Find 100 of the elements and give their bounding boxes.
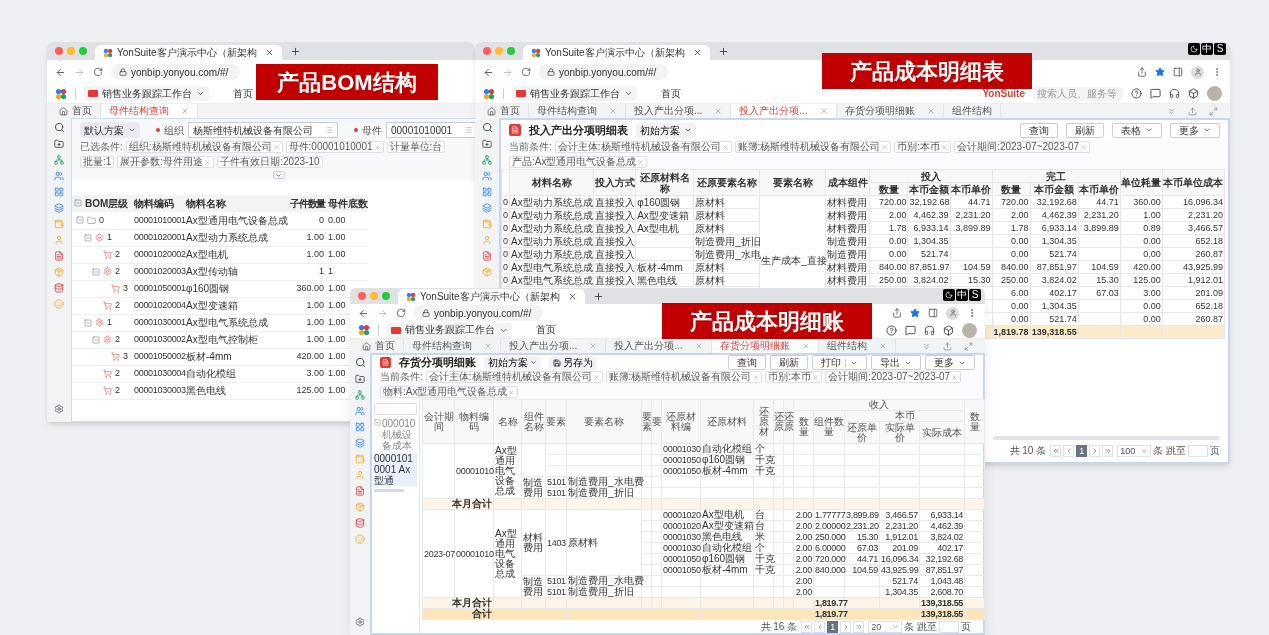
tree-cell[interactable]: 2: [72, 365, 134, 382]
wallet-icon[interactable]: [54, 219, 64, 229]
minimize-window-button[interactable]: [67, 47, 75, 55]
maximize-window-button[interactable]: [507, 47, 515, 55]
filter-chip[interactable]: 展开参数:母件用途: [117, 156, 215, 168]
filter-chip[interactable]: 会计期间:2023-07~2023-07: [825, 371, 962, 383]
filter-chip[interactable]: 账簿:杨斯维特机械设备有限公司: [734, 141, 892, 153]
share-icon[interactable]: [1137, 67, 1147, 77]
avatar[interactable]: [962, 322, 977, 338]
input-field[interactable]: 杨斯维特机械设备有限公司: [188, 122, 338, 138]
reload-icon[interactable]: [396, 308, 406, 318]
upload-icon[interactable]: [1188, 106, 1197, 116]
cube-icon[interactable]: [1188, 88, 1199, 99]
people-icon[interactable]: [54, 171, 64, 181]
maximize-window-button[interactable]: [382, 292, 390, 300]
help-icon[interactable]: [886, 324, 897, 336]
last-page-button[interactable]: [1102, 445, 1114, 457]
network-icon[interactable]: [54, 155, 64, 165]
back-icon[interactable]: [358, 307, 369, 319]
toolbar-button[interactable]: 打印: [812, 355, 867, 370]
document-icon[interactable]: [355, 486, 365, 496]
message-icon[interactable]: [905, 324, 916, 336]
fullscreen-icon[interactable]: [1209, 106, 1218, 116]
toolbar-button[interactable]: 表格: [1112, 122, 1162, 138]
tree-cell[interactable]: 2: [72, 263, 134, 280]
tree-cell[interactable]: 0: [72, 212, 134, 229]
folder-icon[interactable]: [54, 139, 64, 149]
profile-icon[interactable]: [1191, 65, 1204, 79]
people-icon[interactable]: [355, 406, 365, 416]
back-icon[interactable]: [483, 66, 494, 78]
search-icon[interactable]: [53, 122, 65, 133]
filter-chip[interactable]: 母件:00001010001: [285, 141, 384, 153]
input-field[interactable]: 00001010001: [386, 122, 475, 138]
collapse-icon[interactable]: [92, 267, 100, 276]
toolbar-button[interactable]: 刷新: [770, 355, 808, 370]
fullscreen-icon[interactable]: [964, 341, 973, 351]
layers-icon[interactable]: [54, 203, 64, 213]
save-as-button[interactable]: 另存为: [549, 355, 597, 370]
tree-cell[interactable]: 2: [72, 382, 134, 399]
close-window-button[interactable]: [358, 292, 366, 300]
page-button[interactable]: 1: [1076, 445, 1088, 457]
wallet-icon[interactable]: [355, 454, 365, 464]
tree-item[interactable]: 000010 机械设备成本: [382, 418, 417, 451]
grid-icon[interactable]: [355, 422, 365, 432]
next-page-button[interactable]: [1089, 445, 1101, 457]
filter-chip[interactable]: 会计主体:杨斯维特机械设备有限公司: [554, 141, 732, 153]
page-size-select[interactable]: 100: [1117, 445, 1152, 457]
first-page-button[interactable]: [1050, 445, 1062, 457]
collapse-toggle[interactable]: [272, 171, 285, 179]
reload-icon[interactable]: [93, 67, 103, 77]
tree-cell[interactable]: 1: [72, 314, 134, 331]
filter-chip[interactable]: 产品:Ax型通用电气设备总成: [509, 156, 648, 168]
package-icon[interactable]: [482, 267, 492, 277]
person-icon[interactable]: [54, 235, 64, 245]
maximize-window-button[interactable]: [79, 47, 87, 55]
filter-chip[interactable]: 会计主体:杨斯维特机械设备有限公司: [425, 371, 603, 383]
ime-key[interactable]: 中: [956, 289, 968, 301]
avatar[interactable]: [1207, 86, 1222, 101]
next-page-button[interactable]: [840, 620, 852, 633]
toolbar-button[interactable]: 更多: [925, 355, 975, 370]
address-field[interactable]: yonbip.yonyou.com/#/: [111, 64, 241, 80]
grid-icon[interactable]: [54, 187, 64, 197]
previous-page-button[interactable]: [1063, 445, 1075, 457]
tree-cell[interactable]: 3: [72, 280, 134, 297]
folder-icon[interactable]: [355, 374, 365, 384]
collapse-icon[interactable]: [76, 216, 84, 225]
tree-cell[interactable]: 1: [72, 229, 134, 246]
collapse-icon[interactable]: [1167, 106, 1176, 116]
toolbar-button[interactable]: 查询: [1020, 122, 1058, 138]
search-icon[interactable]: [354, 357, 366, 368]
filter-chip[interactable]: 账簿:杨斯维特机械设备有限公司: [605, 371, 763, 383]
cube-icon[interactable]: [943, 324, 954, 336]
home-link[interactable]: 首页: [536, 324, 556, 336]
ime-key[interactable]: 中: [1201, 43, 1213, 55]
side-panel-icon[interactable]: [1173, 67, 1183, 77]
database-icon[interactable]: [355, 518, 365, 528]
folder-icon[interactable]: [482, 139, 492, 149]
filter-chip[interactable]: 组织:杨斯维特机械设备有限公司: [125, 141, 283, 153]
headset-icon[interactable]: [1169, 88, 1180, 99]
forward-icon[interactable]: [74, 66, 85, 78]
browser-tab[interactable]: YonSuite客户演示中心（新架构: [95, 45, 282, 60]
workspace-dropdown[interactable]: 销售业务跟踪工作台: [512, 86, 637, 101]
tree-cell[interactable]: 2: [72, 297, 134, 314]
settings-icon[interactable]: [355, 617, 365, 627]
filter-chip[interactable]: 币别:本币: [765, 371, 823, 383]
address-field[interactable]: yonbip.yonyou.com/#/: [414, 305, 544, 321]
forward-icon[interactable]: [377, 307, 388, 319]
close-icon[interactable]: [264, 48, 274, 57]
page-button[interactable]: 1: [827, 620, 839, 633]
page-tab[interactable]: 投入产出分项...: [731, 104, 837, 118]
network-icon[interactable]: [482, 155, 492, 165]
workspace-dropdown[interactable]: 销售业务跟踪工作台: [84, 86, 209, 101]
ime-key[interactable]: S: [969, 289, 981, 301]
message-icon[interactable]: [1150, 88, 1161, 99]
new-tab-icon[interactable]: [592, 290, 604, 302]
new-tab-icon[interactable]: [289, 45, 301, 57]
layers-icon[interactable]: [355, 438, 365, 448]
headset-icon[interactable]: [924, 324, 935, 336]
side-panel-icon[interactable]: [928, 308, 938, 318]
bookmark-star-icon[interactable]: [1155, 67, 1165, 77]
